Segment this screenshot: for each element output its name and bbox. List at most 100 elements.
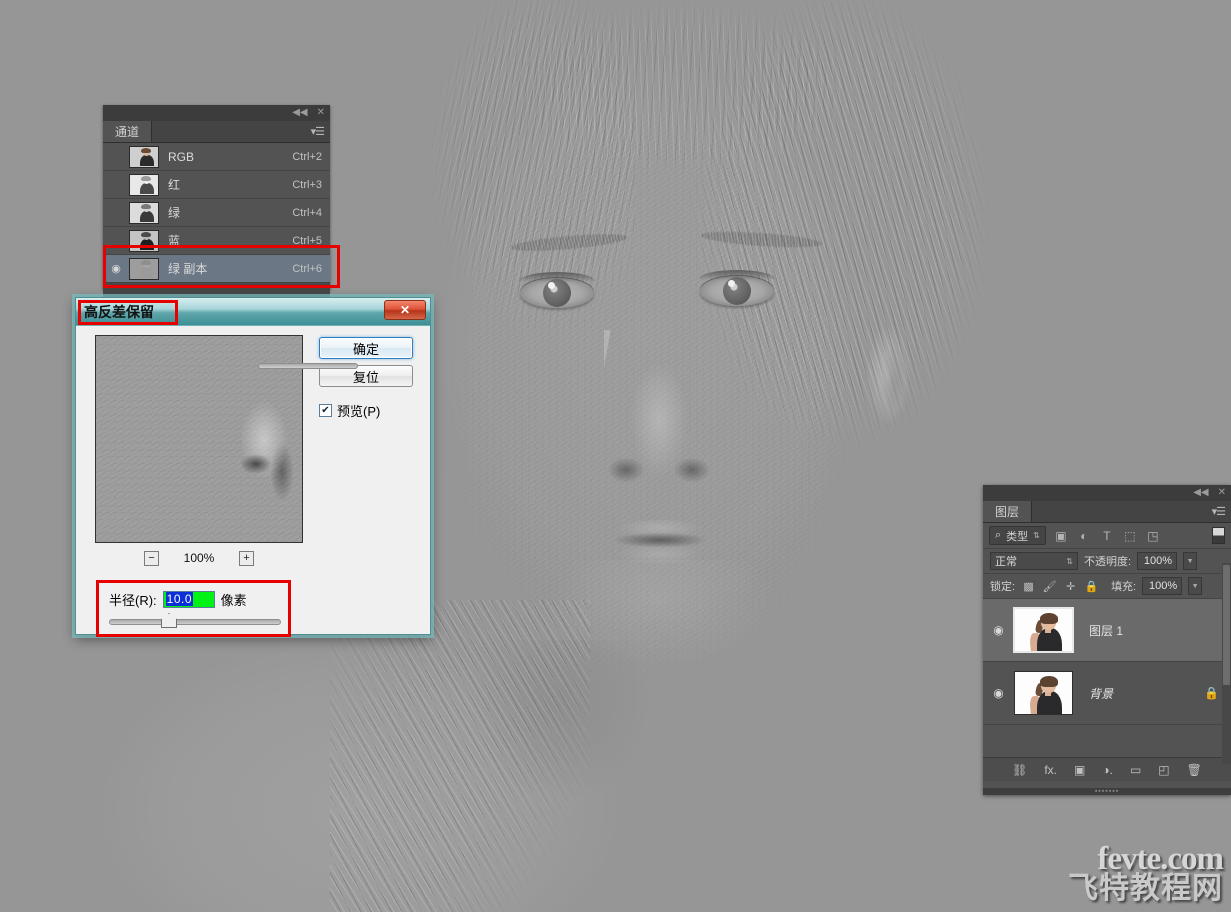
layer-thumbnail <box>1013 607 1074 653</box>
link-icon[interactable]: ⛓ <box>1012 763 1027 777</box>
channel-name: 蓝 <box>168 234 181 248</box>
layers-empty-space <box>983 725 1231 757</box>
channel-visibility-eye-icon[interactable]: ◉ <box>103 262 129 275</box>
channel-shortcut: Ctrl+3 <box>292 178 322 191</box>
channel-shortcut: Ctrl+2 <box>292 150 322 163</box>
blend-mode-select[interactable]: 正常 ⇅ <box>990 552 1078 570</box>
radius-slider-thumb[interactable] <box>161 613 177 628</box>
radius-slider-track-extension[interactable] <box>258 363 358 369</box>
adjustment-icon[interactable]: ◐ <box>1076 529 1092 543</box>
text-icon[interactable]: T <box>1099 529 1115 543</box>
lock-all-icon[interactable]: 🔒 <box>1084 580 1099 593</box>
fill-dropdown-icon[interactable]: ▼ <box>1188 577 1203 595</box>
channels-list[interactable]: RGB Ctrl+2 红 Ctrl+3 绿 Ctrl+4 蓝 Ctrl+5 ◉ 绿 副本 Ctrl+… <box>103 143 330 283</box>
collapse-icon[interactable]: ◀◀ <box>292 108 307 118</box>
layers-panel[interactable]: ◀◀ ✕ 图层 ▾☰ ⌕ 类型 ⇅ ▣ ◐ T ⬚ ◳ 正常 ⇅ 不透明度: 1… <box>983 485 1231 795</box>
layer-row[interactable]: ◉ 图层 1 <box>983 599 1231 662</box>
tab-layers[interactable]: 图层 <box>983 501 1033 522</box>
layer-row[interactable]: ◉ 背景 🔒 <box>983 662 1231 725</box>
close-icon[interactable]: ✕ <box>317 108 325 118</box>
portrait-hair-strands <box>330 600 590 912</box>
dialog-titlebar[interactable]: 高反差保留 ✕ <box>76 298 430 326</box>
channels-tabbar: 通道 ▾☰ <box>103 121 330 143</box>
group-icon[interactable]: ▭ <box>1130 763 1141 777</box>
portrait-iris-left <box>543 279 571 307</box>
channel-row-2[interactable]: 红 Ctrl+3 <box>103 171 330 199</box>
blend-mode-value: 正常 <box>995 556 1017 568</box>
layers-bottom-toolbar[interactable]: ⛓ fx. ▣ ◑. ▭ ◰ 🗑 <box>983 757 1231 781</box>
layers-list[interactable]: ◉ 图层 1 ◉ 背景 🔒 <box>983 599 1231 725</box>
lock-image-icon[interactable]: 🖌 <box>1042 580 1057 593</box>
fx-icon[interactable]: fx. <box>1044 763 1057 777</box>
channel-shortcut: Ctrl+4 <box>292 206 322 219</box>
radius-input[interactable]: 10.0 <box>162 590 215 608</box>
search-icon: ⌕ <box>995 529 1002 541</box>
delete-icon[interactable]: 🗑 <box>1187 763 1202 777</box>
channel-shortcut: Ctrl+6 <box>292 262 322 275</box>
layer-name: 图层 1 <box>1089 623 1124 638</box>
opacity-label: 不透明度: <box>1084 556 1132 568</box>
blend-opacity-row[interactable]: 正常 ⇅ 不透明度: 100% ▼ <box>983 549 1231 574</box>
new-layer-icon[interactable]: ◰ <box>1158 763 1169 777</box>
opacity-dropdown-icon[interactable]: ▼ <box>1183 552 1198 570</box>
channel-row-4[interactable]: 蓝 Ctrl+5 <box>103 227 330 255</box>
zoom-level-value: 100% <box>183 551 215 565</box>
lock-transparency-icon[interactable]: ▩ <box>1021 580 1036 593</box>
channel-thumbnail <box>129 173 159 196</box>
channel-row-1[interactable]: RGB Ctrl+2 <box>103 143 330 171</box>
lock-fill-row[interactable]: 锁定: ▩ 🖌 ✛ 🔒 填充: 100% ▼ <box>983 574 1231 599</box>
panel-resize-grip[interactable]: ▪▪▪▪▪▪▪ <box>983 788 1231 795</box>
layers-filter-bar[interactable]: ⌕ 类型 ⇅ ▣ ◐ T ⬚ ◳ <box>983 523 1231 549</box>
tab-channels[interactable]: 通道 <box>103 121 153 142</box>
zoom-in-button[interactable]: + <box>239 550 254 566</box>
channel-name: RGB <box>168 149 195 164</box>
chevron-updown-icon[interactable]: ⇅ <box>1066 557 1073 566</box>
channel-row-5[interactable]: ◉ 绿 副本 Ctrl+6 <box>103 255 330 283</box>
portrait-ear <box>855 300 925 450</box>
fill-value[interactable]: 100% <box>1142 577 1183 595</box>
radius-slider-track[interactable] <box>109 619 281 625</box>
layer-lock-icon: 🔒 <box>1204 686 1219 700</box>
filter-toggle-switch[interactable] <box>1212 527 1225 544</box>
checkbox-checked-icon[interactable]: ✔ <box>319 404 332 417</box>
opacity-value[interactable]: 100% <box>1137 552 1178 570</box>
smartobject-icon[interactable]: ◳ <box>1145 529 1161 543</box>
radius-unit-label: 像素 <box>220 592 247 608</box>
filter-kind-label: 类型 <box>1006 530 1029 543</box>
layer-visibility-eye-icon[interactable]: ◉ <box>983 623 1014 637</box>
high-pass-dialog[interactable]: 高反差保留 ✕ − 100% + 确定 复位 ✔ 预览(P) 半径(R): 10… <box>75 297 431 637</box>
channel-row-3[interactable]: 绿 Ctrl+4 <box>103 199 330 227</box>
layer-visibility-eye-icon[interactable]: ◉ <box>983 686 1014 700</box>
radius-row: 半径(R): 10.0 像素 <box>99 588 288 610</box>
layers-panel-topbar: ◀◀ ✕ <box>983 485 1231 501</box>
fill-label: 填充: <box>1111 581 1137 593</box>
panel-menu-icon[interactable]: ▾☰ <box>1212 505 1226 518</box>
channels-panel[interactable]: ◀◀ ✕ 通道 ▾☰ RGB Ctrl+2 红 Ctrl+3 绿 Ctrl+4 蓝 Ctrl+… <box>103 105 330 301</box>
ok-button[interactable]: 确定 <box>319 337 413 359</box>
channel-name: 绿 副本 <box>168 262 208 276</box>
adjustment-icon[interactable]: ◑. <box>1102 763 1113 777</box>
mask-icon[interactable]: ▣ <box>1074 763 1085 777</box>
layers-scrollbar[interactable] <box>1222 563 1231 764</box>
image-icon[interactable]: ▣ <box>1053 529 1069 543</box>
preview-zoom-controls[interactable]: − 100% + <box>95 549 303 567</box>
channel-shortcut: Ctrl+5 <box>292 234 322 247</box>
dialog-title: 高反差保留 <box>84 305 154 321</box>
channel-thumbnail <box>129 229 159 252</box>
dialog-close-button[interactable]: ✕ <box>384 300 426 320</box>
close-icon[interactable]: ✕ <box>1218 488 1226 498</box>
shape-icon[interactable]: ⬚ <box>1122 529 1138 543</box>
preview-checkbox-row[interactable]: ✔ 预览(P) <box>319 401 380 420</box>
chevron-updown-icon[interactable]: ⇅ <box>1033 531 1040 540</box>
filter-kind-select[interactable]: ⌕ 类型 ⇅ <box>989 526 1046 545</box>
portrait-iris-right <box>723 277 751 305</box>
collapse-icon[interactable]: ◀◀ <box>1193 488 1208 498</box>
lock-label: 锁定: <box>990 581 1016 593</box>
preview-checkbox-label: 预览(P) <box>337 404 381 419</box>
radius-control-group[interactable]: 半径(R): 10.0 像素 <box>96 580 291 637</box>
lock-position-icon[interactable]: ✛ <box>1063 580 1078 593</box>
channels-panel-topbar: ◀◀ ✕ <box>103 105 330 121</box>
channel-name: 绿 <box>168 206 181 220</box>
zoom-out-button[interactable]: − <box>144 550 159 566</box>
panel-menu-icon[interactable]: ▾☰ <box>311 125 325 138</box>
